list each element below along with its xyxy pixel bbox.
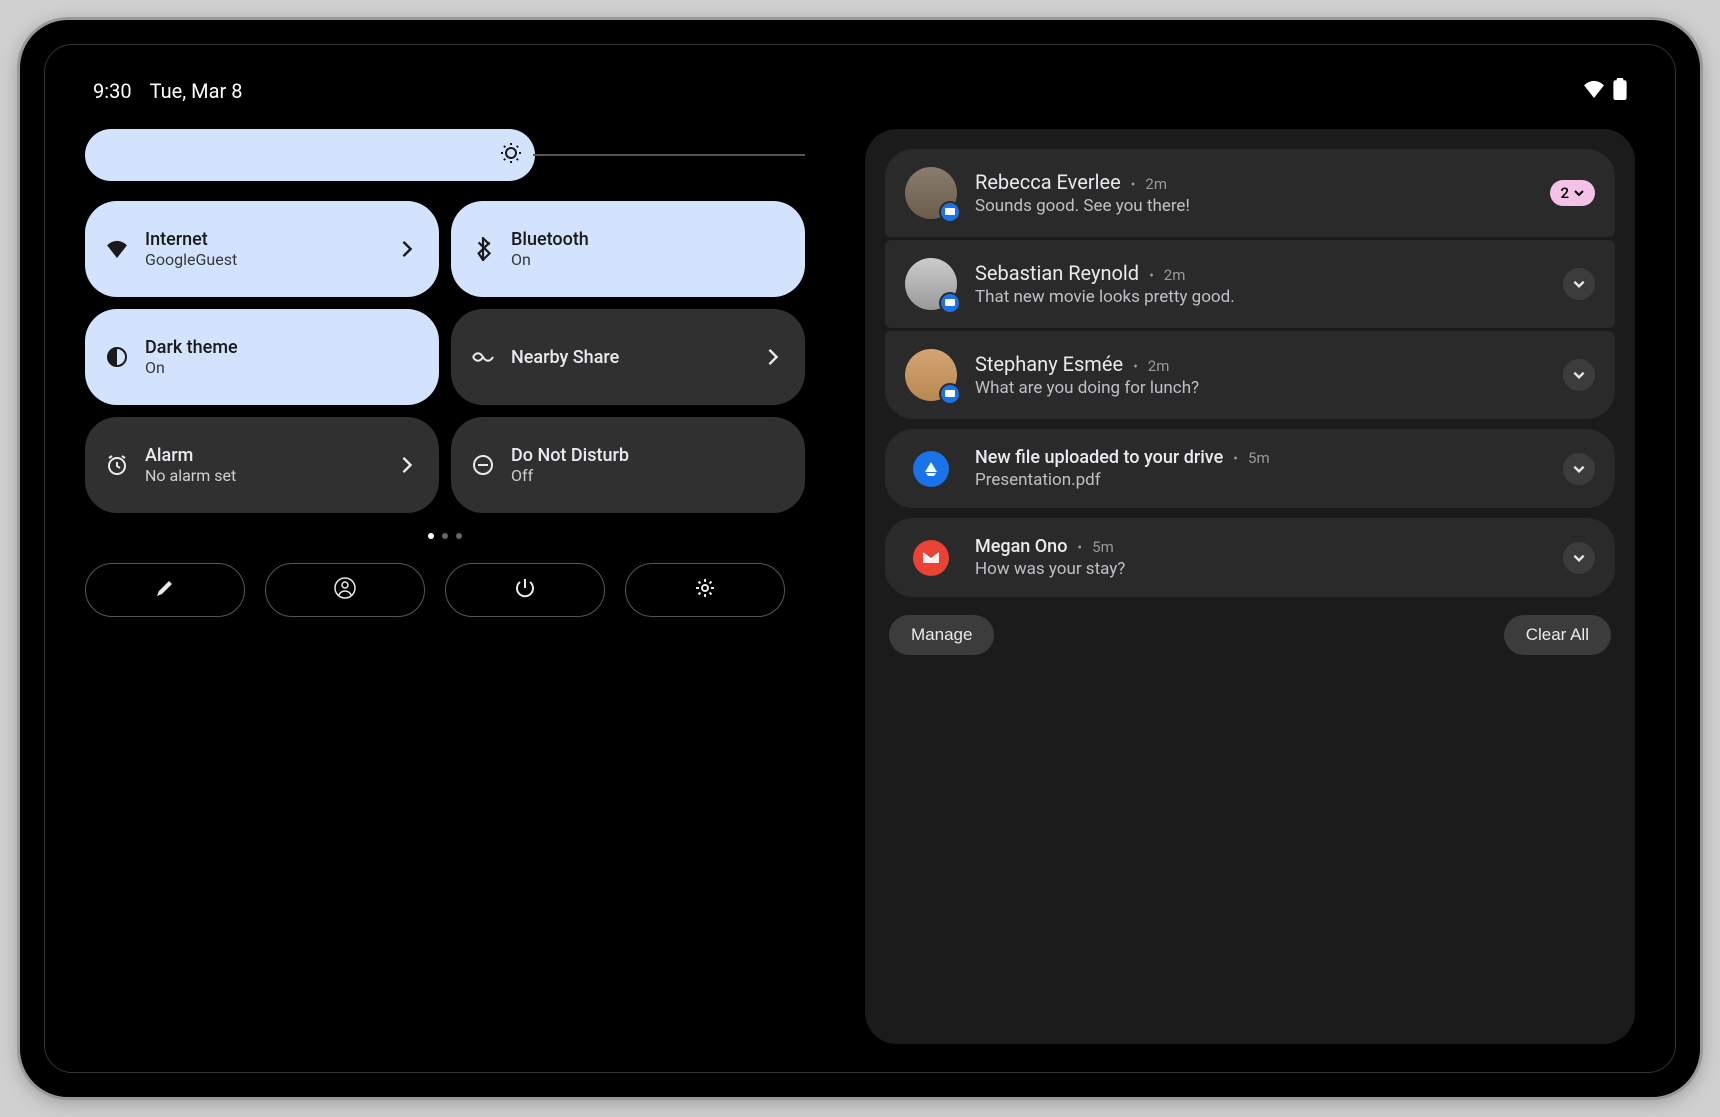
tile-bluetooth[interactable]: Bluetooth On (451, 201, 805, 297)
power-icon (514, 577, 536, 603)
tile-sub: On (145, 358, 419, 377)
avatar (905, 167, 957, 219)
status-date: Tue, Mar 8 (150, 79, 243, 103)
gear-icon (694, 577, 716, 603)
notification-item[interactable]: Stephany Esmée • 2m What are you doing f… (885, 331, 1615, 419)
notification-time: 2m (1145, 175, 1167, 193)
tile-sub: No alarm set (145, 466, 379, 485)
tile-sub: On (511, 250, 785, 269)
notification-title: New file uploaded to your drive (975, 447, 1223, 468)
tile-do-not-disturb[interactable]: Do Not Disturb Off (451, 417, 805, 513)
quick-settings-panel: Internet GoogleGuest Bluetooth (85, 129, 805, 1044)
tile-sub: Off (511, 466, 785, 485)
page-indicator (85, 533, 805, 539)
tile-title: Bluetooth (511, 229, 785, 250)
do-not-disturb-icon (471, 453, 495, 477)
tile-sub: GoogleGuest (145, 250, 379, 269)
notification-body: What are you doing for lunch? (975, 378, 1545, 398)
avatar (905, 349, 957, 401)
user-button[interactable] (265, 563, 425, 617)
notification-group-messages: Rebecca Everlee • 2m Sounds good. See yo… (885, 149, 1615, 419)
notification-item[interactable]: New file uploaded to your drive • 5m Pre… (885, 429, 1615, 508)
edit-button[interactable] (85, 563, 245, 617)
tile-title: Nearby Share (511, 347, 745, 368)
power-button[interactable] (445, 563, 605, 617)
settings-button[interactable] (625, 563, 785, 617)
chevron-right-icon[interactable] (395, 453, 419, 477)
alarm-icon (105, 453, 129, 477)
notifications-panel: Rebecca Everlee • 2m Sounds good. See yo… (865, 129, 1635, 1044)
messages-app-badge-icon (939, 383, 961, 405)
notification-body: That new movie looks pretty good. (975, 287, 1545, 307)
nearby-share-icon (471, 345, 495, 369)
status-right (1583, 78, 1627, 104)
expand-button[interactable] (1563, 453, 1595, 485)
notification-time: 2m (1148, 357, 1170, 375)
tile-title: Dark theme (145, 337, 419, 358)
expand-button[interactable] (1563, 542, 1595, 574)
tile-alarm[interactable]: Alarm No alarm set (85, 417, 439, 513)
messages-app-badge-icon (939, 292, 961, 314)
dark-theme-icon (105, 345, 129, 369)
drive-app-icon (913, 451, 949, 487)
gmail-app-icon (913, 540, 949, 576)
notification-item[interactable]: Sebastian Reynold • 2m That new movie lo… (885, 240, 1615, 328)
tablet-frame: 9:30 Tue, Mar 8 (20, 20, 1700, 1097)
notification-sender: Megan Ono (975, 536, 1067, 557)
battery-icon (1613, 78, 1627, 104)
tile-internet[interactable]: Internet GoogleGuest (85, 201, 439, 297)
notification-body: Presentation.pdf (975, 470, 1545, 490)
notification-time: 5m (1092, 538, 1114, 556)
notification-sender: Sebastian Reynold (975, 261, 1139, 285)
notification-body: Sounds good. See you there! (975, 196, 1532, 216)
avatar (905, 258, 957, 310)
tile-title: Alarm (145, 445, 379, 466)
notification-time: 2m (1164, 266, 1186, 284)
tile-dark-theme[interactable]: Dark theme On (85, 309, 439, 405)
tile-title: Internet (145, 229, 379, 250)
expand-button[interactable] (1563, 359, 1595, 391)
expand-button[interactable] (1563, 268, 1595, 300)
brightness-slider[interactable] (85, 129, 805, 181)
notification-count-badge[interactable]: 2 (1550, 180, 1595, 206)
tile-title: Do Not Disturb (511, 445, 785, 466)
clock-time: 9:30 (93, 79, 132, 103)
notification-sender: Rebecca Everlee (975, 170, 1121, 194)
pencil-icon (155, 578, 175, 602)
clear-all-button[interactable]: Clear All (1504, 615, 1611, 655)
screen: 9:30 Tue, Mar 8 (44, 44, 1676, 1073)
wifi-icon (105, 237, 129, 261)
chevron-right-icon[interactable] (395, 237, 419, 261)
user-icon (334, 577, 356, 603)
messages-app-badge-icon (939, 201, 961, 223)
notification-item[interactable]: Rebecca Everlee • 2m Sounds good. See yo… (885, 149, 1615, 237)
chevron-right-icon[interactable] (761, 345, 785, 369)
notification-time: 5m (1248, 449, 1270, 467)
brightness-icon (499, 141, 523, 169)
notification-item[interactable]: Megan Ono • 5m How was your stay? (885, 518, 1615, 597)
bluetooth-icon (471, 237, 495, 261)
notification-body: How was your stay? (975, 559, 1545, 579)
status-left: 9:30 Tue, Mar 8 (93, 79, 242, 103)
notification-sender: Stephany Esmée (975, 352, 1123, 376)
tile-nearby-share[interactable]: Nearby Share (451, 309, 805, 405)
wifi-icon (1583, 80, 1605, 102)
manage-button[interactable]: Manage (889, 615, 994, 655)
status-bar: 9:30 Tue, Mar 8 (85, 73, 1635, 109)
